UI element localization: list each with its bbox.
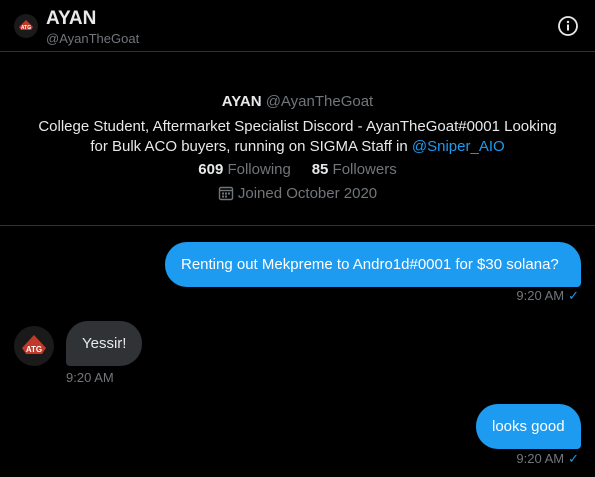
calendar-icon: [218, 186, 234, 201]
conversation-header: ATG AYAN @AyanTheGoat: [0, 0, 595, 52]
joined-date: Joined October 2020: [0, 185, 595, 202]
message-bubble-outgoing[interactable]: looks good: [476, 404, 581, 449]
following-link[interactable]: 609 Following: [198, 161, 291, 178]
timestamp-text: 9:20 AM: [516, 451, 565, 466]
avatar[interactable]: ATG: [14, 14, 38, 38]
message-bubble-outgoing[interactable]: Renting out Mekpreme to Andro1d#0001 for…: [165, 242, 581, 287]
profile-stats: 609 Following 85 Followers: [0, 161, 595, 178]
header-handle: @AyanTheGoat: [46, 31, 140, 46]
message-text: Yessir!: [82, 335, 127, 352]
profile-summary: AYAN @AyanTheGoat College Student, After…: [0, 52, 595, 226]
profile-handle[interactable]: @AyanTheGoat: [266, 93, 374, 110]
avatar-badge-text: ATG: [21, 25, 31, 31]
followers-link[interactable]: 85 Followers: [312, 161, 397, 178]
timestamp-text: 9:20 AM: [516, 288, 565, 303]
bio-line-1: College Student, Aftermarket Specialist …: [38, 118, 557, 135]
message-bubble-incoming[interactable]: Yessir!: [66, 321, 142, 366]
followers-label: Followers: [332, 161, 397, 178]
profile-name[interactable]: AYAN: [222, 93, 262, 110]
sent-check-icon: ✓: [568, 288, 579, 303]
profile-title[interactable]: AYAN @AyanTheGoat: [0, 93, 595, 110]
message-timestamp: 9:20 AM ✓: [516, 451, 579, 467]
joined-text: Joined October 2020: [237, 185, 378, 202]
message-text: Renting out Mekpreme to Andro1d#0001 for…: [181, 256, 559, 273]
following-label: Following: [227, 161, 291, 178]
header-name: AYAN: [46, 8, 97, 29]
sender-avatar-badge-text: ATG: [26, 345, 42, 354]
message-timestamp: 9:20 AM ✓: [516, 288, 579, 304]
profile-bio: College Student, Aftermarket Specialist …: [20, 117, 575, 157]
message-timestamp: 9:20 AM: [66, 370, 114, 385]
info-icon[interactable]: [557, 15, 579, 37]
followers-count: 85: [311, 161, 329, 178]
bio-line-2: for Bulk ACO buyers, running on SIGMA St…: [90, 138, 412, 155]
following-count: 609: [198, 161, 224, 178]
sender-avatar[interactable]: ATG: [14, 326, 54, 366]
bio-mention-link[interactable]: @Sniper_AIO: [412, 138, 505, 155]
sent-check-icon: ✓: [568, 451, 579, 466]
message-text: looks good: [492, 418, 565, 435]
